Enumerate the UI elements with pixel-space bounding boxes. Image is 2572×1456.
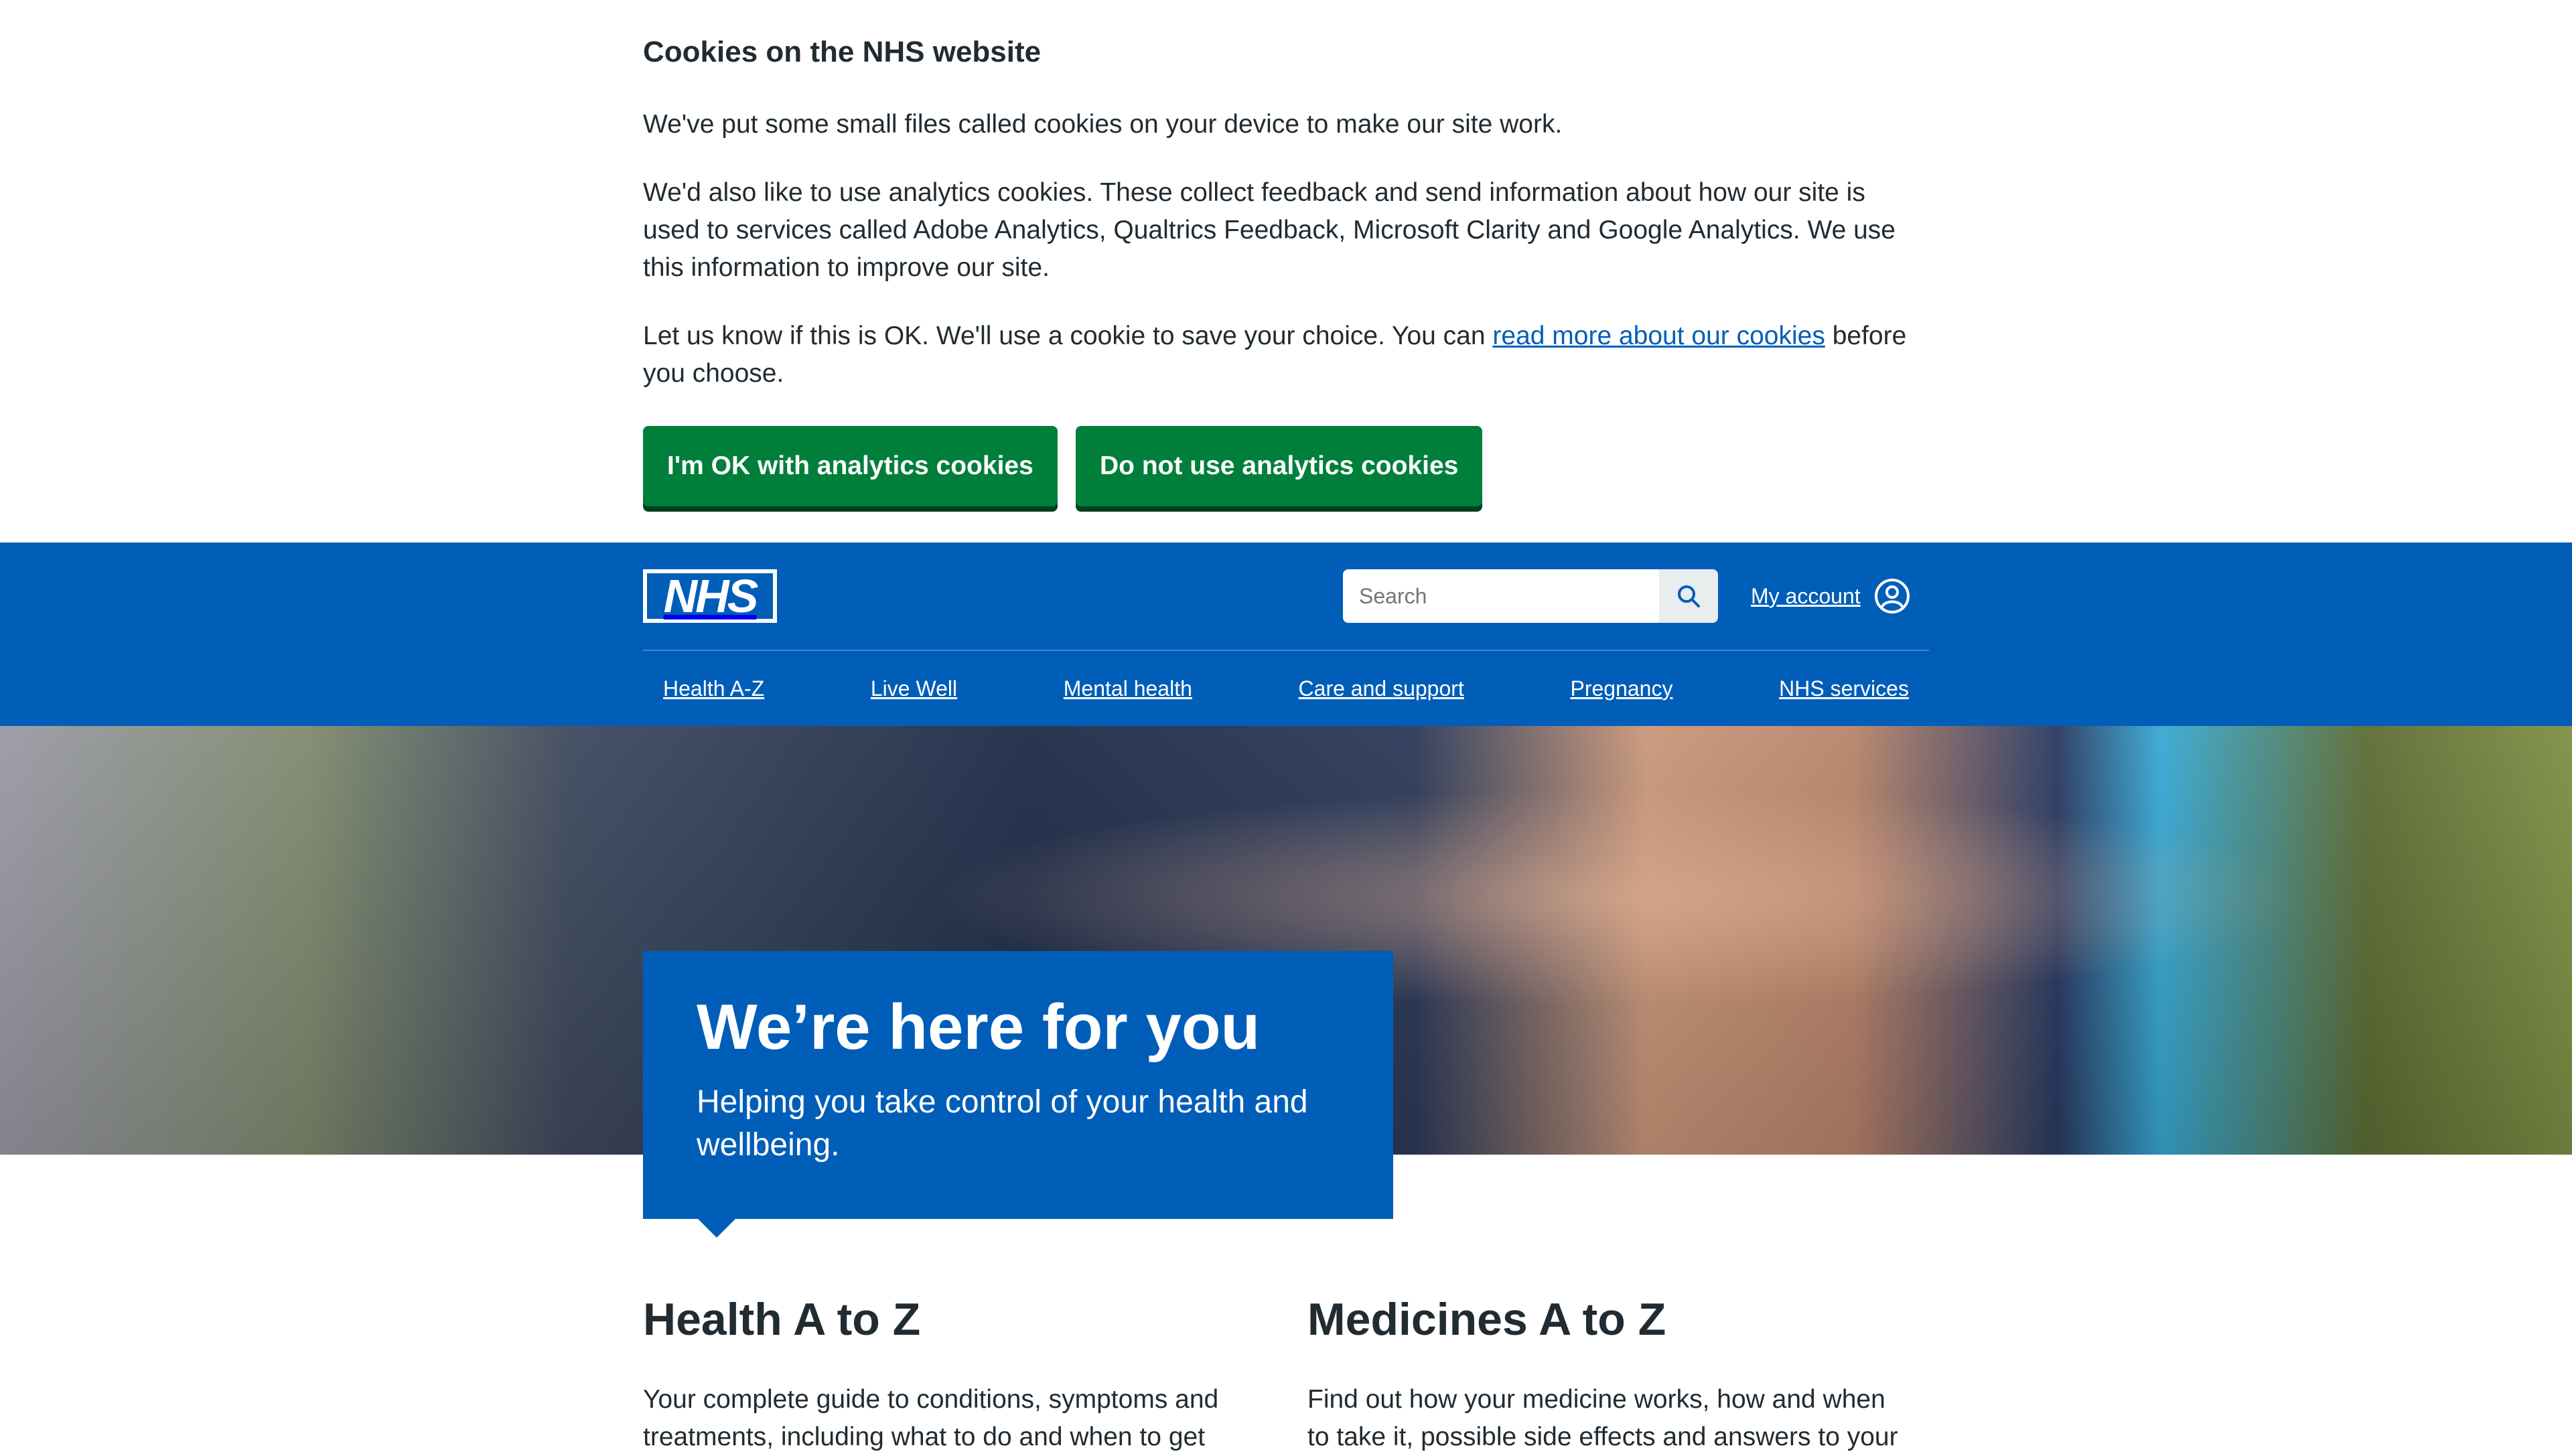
- card-text-health-a-to-z: Your complete guide to conditions, sympt…: [643, 1385, 1219, 1451]
- nhs-logo: NHS: [647, 573, 773, 620]
- nhs-logo-link[interactable]: NHS: [643, 569, 777, 623]
- hero-content-box: We’re here for you Helping you take cont…: [643, 951, 1393, 1219]
- my-account-link[interactable]: My account: [1751, 584, 1861, 609]
- cookie-banner-text-3: Let us know if this is OK. We'll use a c…: [643, 317, 1929, 392]
- account-area: My account: [1751, 569, 1910, 623]
- cookie-banner-text-2: We'd also like to use analytics cookies.…: [643, 178, 1896, 282]
- search-input[interactable]: [1343, 569, 1659, 623]
- cookie-banner: Cookies on the NHS website We've put som…: [0, 0, 2572, 542]
- search-form: [1343, 569, 1718, 623]
- user-account-icon[interactable]: [1874, 578, 1910, 614]
- card-health-a-to-z: Health A to Z Your complete guide to con…: [643, 1286, 1246, 1456]
- cookie-banner-title: Cookies on the NHS website: [643, 35, 1042, 68]
- nav-item-care-and-support[interactable]: Care and support: [1299, 676, 1464, 701]
- nav-item-live-well[interactable]: Live Well: [871, 676, 957, 701]
- cookie-banner-text-1: We've put some small files called cookie…: [643, 110, 1563, 139]
- accept-analytics-cookies-button[interactable]: I'm OK with analytics cookies: [643, 426, 1058, 506]
- hero-pointer: [697, 1218, 737, 1238]
- search-icon: [1678, 585, 1700, 607]
- card-title-health-a-to-z[interactable]: Health A to Z: [643, 1286, 1246, 1353]
- hero-subtitle: Helping you take control of your health …: [697, 1084, 1308, 1163]
- reject-analytics-cookies-button[interactable]: Do not use analytics cookies: [1076, 426, 1483, 506]
- card-medicines-a-to-z: Medicines A to Z Find out how your medic…: [1307, 1286, 1910, 1456]
- primary-navigation: Health A-Z Live Well Mental health Care …: [643, 651, 1929, 726]
- card-text-medicines-a-to-z: Find out how your medicine works, how an…: [1307, 1385, 1898, 1451]
- hero-title: We’re here for you: [697, 991, 1261, 1063]
- nav-item-mental-health[interactable]: Mental health: [1064, 676, 1192, 701]
- read-more-cookies-link[interactable]: read more about our cookies: [1492, 321, 1825, 350]
- search-button[interactable]: [1659, 569, 1718, 623]
- nav-item-pregnancy[interactable]: Pregnancy: [1570, 676, 1672, 701]
- site-header: NHS My account Health A-Z Live Well Ment…: [0, 542, 2572, 726]
- nav-item-nhs-services[interactable]: NHS services: [1779, 676, 1909, 701]
- cookie-banner-text-3-start: Let us know if this is OK. We'll use a c…: [643, 321, 1493, 350]
- card-title-medicines-a-to-z[interactable]: Medicines A to Z: [1307, 1286, 1910, 1353]
- nav-item-health-a-z[interactable]: Health A-Z: [663, 676, 764, 701]
